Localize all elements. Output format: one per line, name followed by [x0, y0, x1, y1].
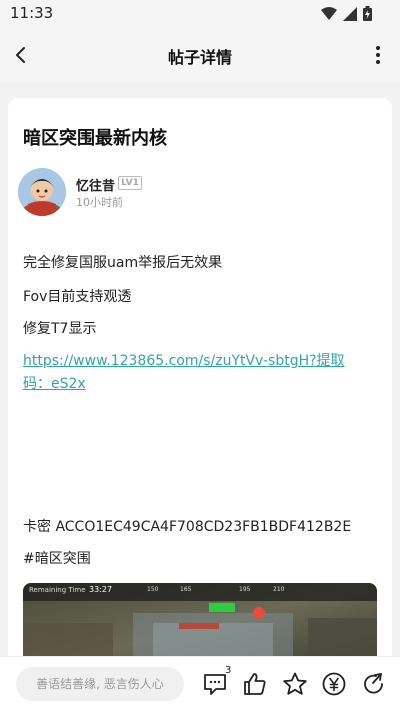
- share-icon[interactable]: [361, 671, 387, 697]
- hud-compass-tick: 150: [147, 586, 159, 593]
- more-icon[interactable]: [370, 42, 386, 68]
- post-title: 暗区突围最新内核: [23, 128, 167, 149]
- comment-count: 3: [225, 665, 232, 676]
- post-text-line: 完全修复国服uam举报后无效果: [23, 255, 223, 271]
- post-card: 暗区突围最新内核 忆往昔 LV1 10小时前 完全修复国服uam举报后无效果 F…: [8, 98, 392, 668]
- page-title: 帖子详情: [167, 48, 232, 67]
- post-time: 10小时前: [76, 196, 123, 209]
- comment-input[interactable]: 善语结善缘, 恶言伤人心: [16, 667, 184, 701]
- level-badge: LV1: [118, 176, 142, 190]
- hud-compass-tick: 165: [180, 586, 192, 593]
- card-key-text: 卡密 ACCO1EC49CA4F708CD23FB1BDF412B2E: [23, 519, 352, 535]
- download-link[interactable]: https://www.123865.com/s/zuYtVv-sbtgH?提取…: [23, 350, 368, 396]
- hud-remaining-label: Remaining Time: [29, 586, 86, 594]
- top-header: 帖子详情: [0, 28, 400, 82]
- status-time: 11:33: [10, 4, 54, 22]
- hashtag-link[interactable]: #暗区突围: [23, 548, 91, 568]
- post-text-line: Fov目前支持观透: [23, 289, 132, 305]
- author-name[interactable]: 忆往昔: [76, 175, 115, 194]
- bottom-action-bar: 善语结善缘, 恶言伤人心 3: [0, 656, 400, 712]
- star-icon[interactable]: [282, 671, 308, 697]
- author-avatar[interactable]: [18, 168, 66, 216]
- status-icons: [321, 6, 372, 21]
- yen-icon[interactable]: [321, 671, 347, 697]
- post-text-line: 修复T7显示: [23, 321, 97, 337]
- status-bar: 11:33: [0, 0, 400, 28]
- hud-compass-tick: 195: [239, 586, 251, 593]
- hud-compass-tick: 210: [273, 586, 285, 593]
- battery-icon: [363, 6, 372, 21]
- signal-icon: [343, 6, 357, 21]
- hud-remaining-time: 33:27: [89, 585, 113, 594]
- wifi-icon: [321, 6, 337, 20]
- like-icon[interactable]: [242, 671, 268, 697]
